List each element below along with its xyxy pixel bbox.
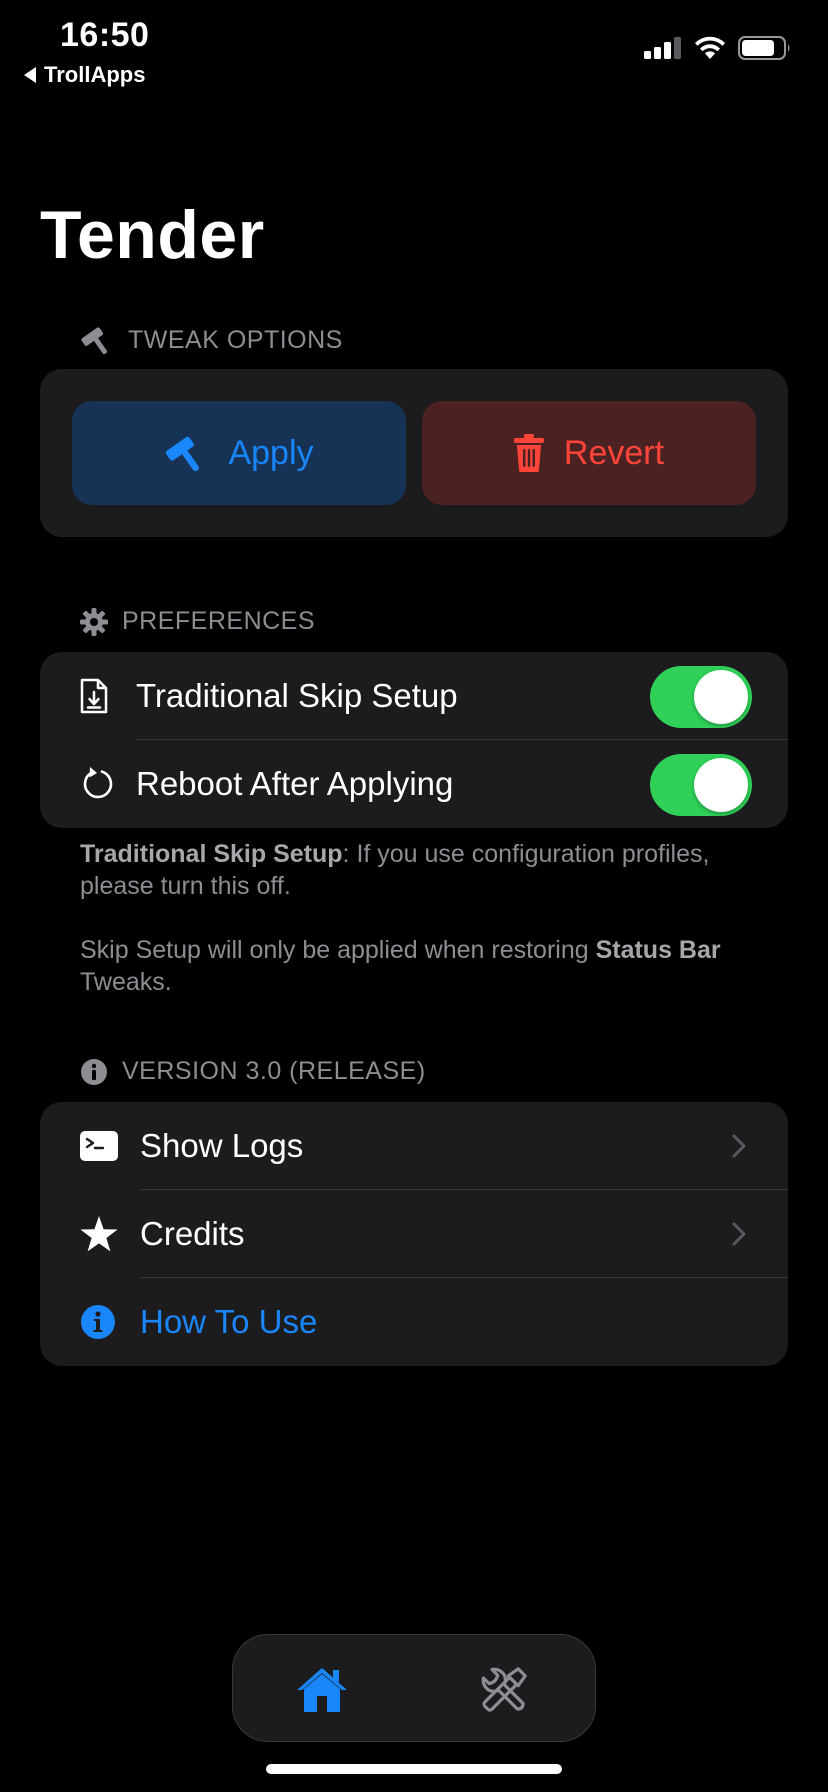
credits-row[interactable]: Credits — [40, 1190, 788, 1278]
reboot-after-applying-row: Reboot After Applying — [40, 740, 788, 828]
tools-icon — [481, 1667, 527, 1712]
page-title: Tender — [40, 197, 265, 273]
apply-button-label: Apply — [228, 433, 314, 472]
revert-button-label: Revert — [563, 433, 665, 472]
tweak-options-header-label: TWEAK OPTIONS — [128, 325, 343, 354]
hammer-icon — [81, 327, 108, 355]
info-circle-icon — [80, 1304, 116, 1340]
battery-icon — [738, 36, 790, 60]
footnote-paragraph-2: Skip Setup will only be applied when res… — [80, 936, 721, 996]
traditional-skip-setup-row: Traditional Skip Setup — [40, 652, 788, 740]
star-icon — [80, 1216, 118, 1252]
reboot-after-applying-toggle[interactable] — [650, 754, 752, 816]
credits-label: Credits — [140, 1215, 245, 1252]
gear-icon — [80, 607, 108, 636]
how-to-use-label: How To Use — [140, 1303, 318, 1340]
show-logs-label: Show Logs — [140, 1127, 304, 1164]
info-icon — [81, 1058, 107, 1085]
document-download-icon — [80, 678, 108, 714]
tab-bar — [232, 1634, 596, 1742]
chevron-right-icon — [732, 1134, 746, 1158]
show-logs-row[interactable]: Show Logs — [40, 1102, 788, 1190]
about-card: Show Logs Credits How To Use — [40, 1102, 788, 1366]
terminal-icon — [80, 1131, 118, 1161]
home-indicator — [266, 1764, 562, 1774]
preferences-header-label: PREFERENCES — [122, 607, 316, 635]
wifi-icon — [695, 36, 725, 59]
reboot-after-applying-label: Reboot After Applying — [136, 765, 454, 802]
version-header: VERSION 3.0 (RELEASE) — [80, 1057, 426, 1086]
tweak-options-card: Apply Revert — [40, 369, 788, 537]
trash-icon — [513, 434, 544, 472]
status-icons — [644, 36, 792, 60]
tab-tools[interactable] — [469, 1655, 539, 1725]
hammer-icon — [166, 436, 200, 472]
traditional-skip-setup-toggle[interactable] — [650, 666, 752, 728]
how-to-use-row[interactable]: How To Use — [40, 1278, 788, 1366]
footnote-paragraph-1: Traditional Skip Setup: If you use confi… — [80, 840, 710, 900]
tab-home[interactable] — [287, 1655, 357, 1725]
preferences-footnote: Traditional Skip Setup: If you use confi… — [80, 838, 760, 998]
apply-button[interactable]: Apply — [72, 401, 406, 505]
back-app-label: TrollApps — [44, 62, 146, 87]
restart-icon — [80, 766, 116, 802]
signal-icon — [644, 37, 681, 59]
traditional-skip-setup-label: Traditional Skip Setup — [136, 677, 458, 714]
house-icon — [297, 1668, 347, 1712]
back-arrow-icon — [24, 67, 36, 83]
preferences-card: Traditional Skip Setup Reboot After Appl… — [40, 652, 788, 828]
preferences-header: PREFERENCES — [80, 607, 315, 636]
revert-button[interactable]: Revert — [422, 401, 756, 505]
back-to-app-button[interactable]: TrollApps — [24, 62, 145, 88]
version-header-label: VERSION 3.0 (RELEASE) — [122, 1057, 426, 1085]
chevron-right-icon — [732, 1222, 746, 1246]
tweak-options-header: TWEAK OPTIONS — [80, 324, 343, 356]
status-time: 16:50 — [60, 16, 150, 54]
